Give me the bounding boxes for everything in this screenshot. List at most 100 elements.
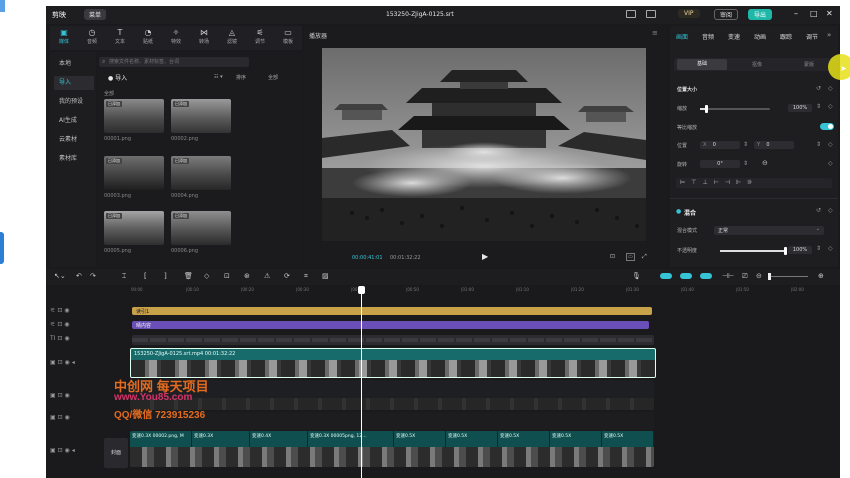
lock-icon[interactable]: ⊡ — [58, 392, 63, 399]
rotate-icon[interactable]: ⟳ — [284, 272, 290, 280]
tab-sticker[interactable]: ◔ 贴纸 — [136, 28, 160, 48]
text-clip-1[interactable]: 读引1 — [132, 307, 652, 315]
freeze-icon[interactable]: ⊡ — [224, 272, 230, 280]
lock-icon[interactable]: ⊡ — [57, 307, 62, 314]
left-strip-handle[interactable] — [0, 232, 4, 264]
review-button[interactable]: 审阅 — [714, 9, 739, 20]
stepper-icon[interactable]: ⇕ — [743, 141, 748, 148]
player-menu-icon[interactable]: ≡ — [652, 29, 658, 37]
opacity-value-field[interactable]: 100% — [788, 246, 812, 254]
tab-adjust[interactable]: ⚟ 调节 — [248, 28, 272, 48]
keyframe-icon[interactable]: ◇ — [828, 103, 833, 110]
tab-filter[interactable]: ◬ 滤镜 — [220, 28, 244, 48]
keyframe-icon[interactable]: ◇ — [828, 141, 833, 148]
tab-audio[interactable]: ◷ 音频 — [80, 28, 104, 48]
mirror-icon[interactable]: ⚠ — [264, 272, 270, 280]
sort-button[interactable]: 排序 — [236, 74, 246, 81]
reverse-icon[interactable]: ⊛ — [244, 272, 250, 280]
lock-icon[interactable]: ⊡ — [57, 321, 62, 328]
ratio-icon[interactable]: ▭ — [626, 253, 635, 261]
import-button[interactable]: ● 导入 — [108, 73, 127, 82]
tab-transition[interactable]: ⋈ 转场 — [192, 28, 216, 48]
keyframe-icon[interactable]: ◇ — [828, 207, 833, 214]
tab-media[interactable]: ▣ 媒体 — [52, 28, 76, 48]
lock-icon[interactable]: ⊡ — [58, 359, 63, 366]
eye-icon[interactable]: ◉ — [64, 307, 69, 314]
split-left-icon[interactable]: [ — [144, 272, 147, 280]
microphone-icon[interactable]: 🎙 — [632, 272, 641, 280]
playhead[interactable] — [361, 288, 362, 478]
screen-icon[interactable] — [646, 10, 656, 18]
media-thumb-3[interactable]: 已添加 — [104, 156, 164, 190]
opacity-slider[interactable] — [720, 247, 787, 255]
stepper-icon[interactable]: ⇕ — [743, 160, 748, 167]
subtab-basic[interactable]: 基础 — [677, 59, 727, 70]
text-clip-2[interactable]: 晴内容 — [132, 321, 649, 329]
eye-icon[interactable]: ◉ — [64, 335, 69, 342]
eye-icon[interactable]: ◉ — [65, 447, 70, 454]
subtab-keying[interactable]: 抠像 — [732, 61, 782, 68]
lock-icon[interactable]: ⊡ — [58, 414, 63, 421]
tab-text[interactable]: T 文本 — [108, 28, 132, 48]
scale-slider-thumb[interactable] — [705, 105, 708, 113]
undo-icon[interactable]: ↶ — [76, 272, 82, 280]
props-tab-image[interactable]: 画面 — [676, 32, 688, 41]
stepper-icon[interactable]: ⇕ — [816, 141, 821, 148]
keyframe-icon[interactable]: ◇ — [828, 245, 833, 252]
tab-template[interactable]: ▭ 模板 — [276, 28, 300, 48]
fullscreen-icon[interactable]: ⤢ — [642, 253, 647, 261]
magnet-toggle[interactable] — [680, 273, 692, 279]
main-video-clip[interactable]: 153250-ZJigA-0125.srt.mp4 00:01:32:22 — [130, 348, 656, 378]
side-item-ai[interactable]: AI生成 — [54, 114, 94, 128]
maximize-icon[interactable]: □ — [810, 9, 818, 18]
side-item-import[interactable]: 导入 — [54, 76, 94, 90]
view-toggle-icon[interactable]: ☷ ▾ — [214, 74, 223, 80]
export-button[interactable]: 导出 — [748, 9, 773, 20]
scale-value-field[interactable]: 100% — [788, 104, 812, 112]
crop-icon[interactable]: ⌗ — [304, 272, 308, 281]
eye-icon[interactable]: ◉ — [65, 359, 70, 366]
lock-icon[interactable]: ⊡ — [58, 447, 63, 454]
props-tab-tracking[interactable]: 跟踪 — [780, 32, 792, 41]
link-toggle[interactable] — [660, 273, 672, 279]
props-tab-adjust[interactable]: 调节 — [806, 32, 818, 41]
side-item-presets[interactable]: 我的预设 — [54, 95, 94, 109]
select-tool-icon[interactable]: ↖⌄ — [54, 272, 66, 280]
cover-button[interactable]: 封面 — [104, 438, 128, 468]
position-x-field[interactable]: X 0 — [700, 141, 740, 149]
keyframe-icon[interactable]: ◇ — [828, 160, 833, 167]
opacity-slider-thumb[interactable] — [784, 247, 787, 255]
play-icon[interactable]: ▶ — [482, 252, 488, 261]
media-search-input[interactable]: 搜索文件名称、素材标签、台词 — [99, 57, 249, 67]
image-icon[interactable]: ▨ — [322, 272, 329, 280]
scale-slider[interactable] — [700, 105, 770, 113]
side-item-library[interactable]: 素材库 — [54, 152, 94, 166]
audio-icon[interactable]: ◂ — [72, 447, 75, 454]
minimize-icon[interactable]: – — [794, 9, 798, 18]
menu-button[interactable]: 菜单 — [84, 9, 107, 20]
preview-axis-toggle[interactable] — [700, 273, 712, 279]
reset-icon[interactable]: ↺ — [816, 207, 821, 214]
rotate-field[interactable]: 0° — [700, 160, 740, 168]
shield-icon[interactable]: ◇ — [204, 272, 209, 280]
media-thumb-5[interactable]: 已添加 — [104, 211, 164, 245]
align-toolbar[interactable]: ⊨⊤⊥⊢⊣⊩⊪ — [676, 178, 832, 188]
layout-icon[interactable] — [626, 10, 636, 18]
side-item-cloud[interactable]: 云素材 — [54, 133, 94, 147]
media-thumb-4[interactable]: 已添加 — [171, 156, 231, 190]
redo-icon[interactable]: ↷ — [90, 272, 96, 280]
ghost-video-clip[interactable] — [130, 412, 654, 430]
stepper-icon[interactable]: ⇕ — [816, 245, 821, 252]
reset-icon[interactable]: ↺ — [816, 85, 821, 92]
side-item-local[interactable]: 本地 — [54, 57, 94, 71]
audio-icon[interactable]: ◂ — [72, 359, 75, 366]
props-tab-speed[interactable]: 变速 — [728, 32, 740, 41]
eye-icon[interactable]: ◉ — [65, 392, 70, 399]
keyframe-icon[interactable]: ◇ — [828, 85, 833, 92]
blend-checkbox-icon[interactable]: ● — [676, 208, 681, 215]
subtitle-track[interactable] — [132, 335, 654, 345]
split-right-icon[interactable]: ] — [164, 272, 167, 280]
position-y-field[interactable]: Y 0 — [754, 141, 794, 149]
split-icon[interactable]: ⌶ — [122, 272, 126, 281]
media-thumb-2[interactable]: 已添加 — [171, 99, 231, 133]
